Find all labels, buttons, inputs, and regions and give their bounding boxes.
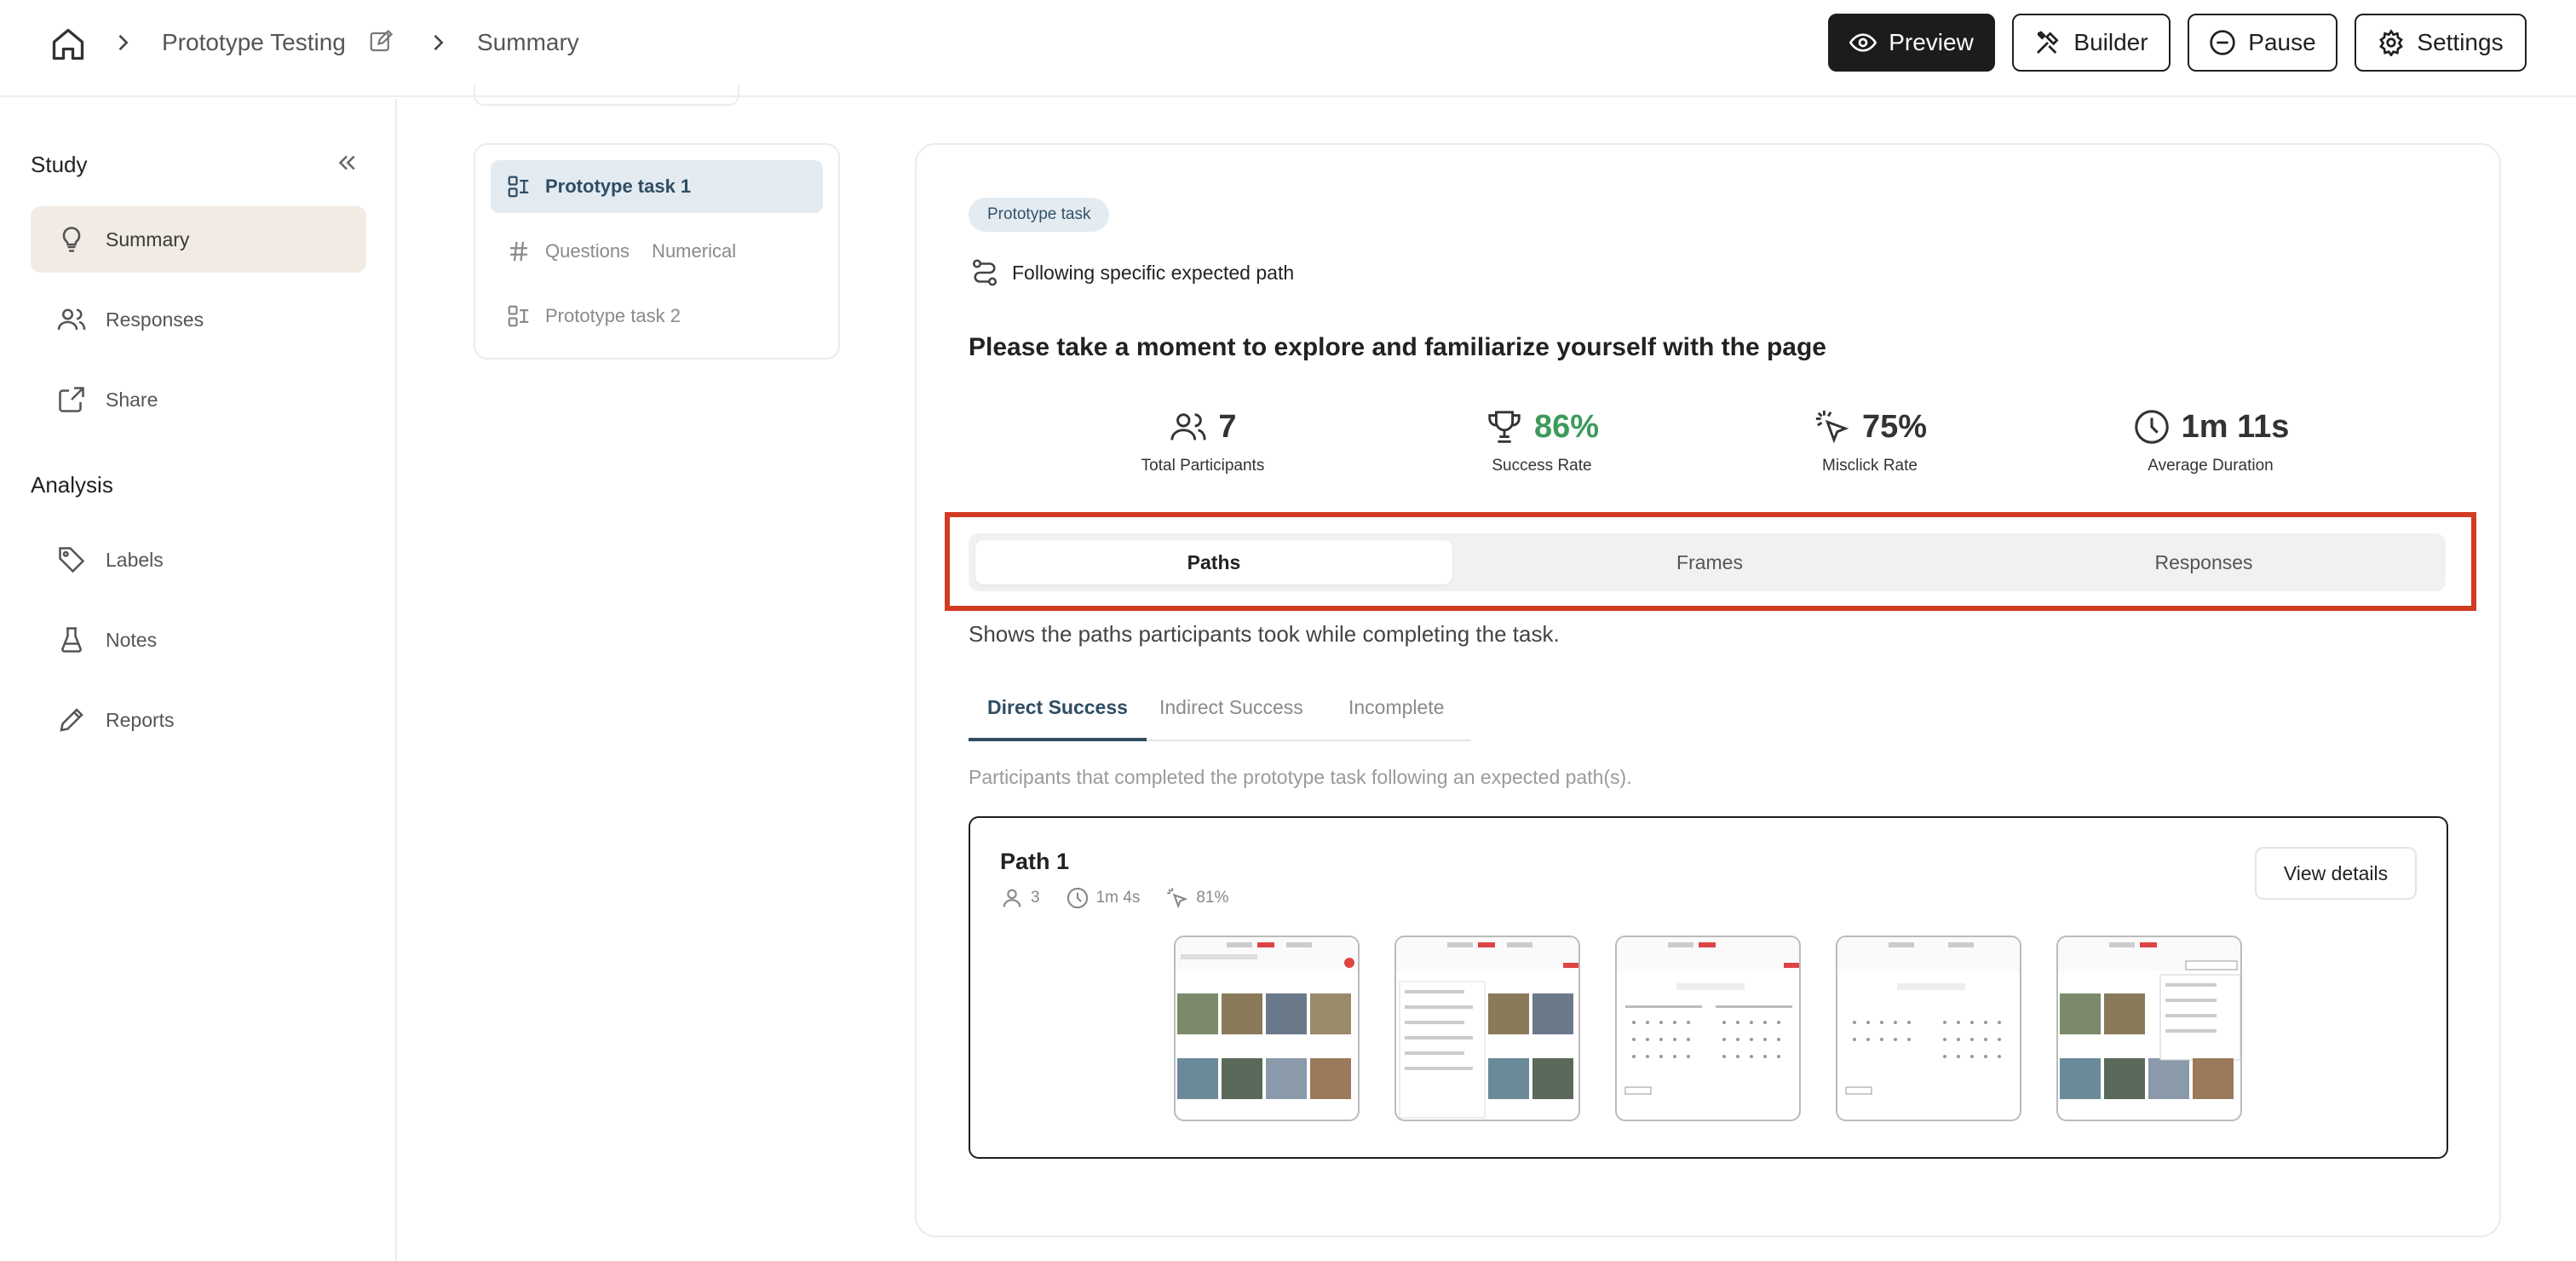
eye-icon bbox=[1849, 29, 1877, 56]
sidebar-item-summary[interactable]: Summary bbox=[31, 206, 366, 273]
paths-description: Shows the paths participants took while … bbox=[969, 621, 1560, 647]
sidebar-item-label: Summary bbox=[106, 227, 190, 250]
clock-icon bbox=[2132, 407, 2171, 446]
sidebar-item-label: Notes bbox=[106, 628, 158, 651]
stat-value: 1m 11s bbox=[2181, 408, 2290, 445]
trophy-icon bbox=[1485, 407, 1524, 446]
collapse-sidebar-icon[interactable] bbox=[334, 150, 359, 176]
tab-indirect-success[interactable]: Indirect Success bbox=[1141, 690, 1322, 741]
sidebar-item-labels[interactable]: Labels bbox=[31, 527, 366, 593]
task-type-badge: Prototype task bbox=[969, 198, 1110, 232]
sidebar-item-notes[interactable]: Notes bbox=[31, 607, 366, 673]
task-type-tag: Numerical bbox=[652, 240, 737, 262]
top-bar: Prototype Testing Summary Preview Builde… bbox=[0, 0, 2576, 97]
path-title: Path 1 bbox=[1000, 849, 1070, 874]
cursor-click-icon bbox=[1165, 886, 1189, 910]
stat-success-rate: 86% Success Rate bbox=[1457, 407, 1627, 475]
stat-label: Average Duration bbox=[2148, 457, 2274, 475]
analysis-section-heading: Analysis bbox=[31, 472, 113, 498]
path-participants: 3 bbox=[1031, 889, 1040, 907]
home-icon[interactable] bbox=[49, 26, 87, 63]
result-description: Participants that completed the prototyp… bbox=[969, 766, 1632, 788]
breadcrumb-page: Summary bbox=[477, 29, 579, 55]
settings-label: Settings bbox=[2417, 29, 2504, 55]
user-icon bbox=[1000, 886, 1024, 910]
chevron-right-icon bbox=[426, 31, 450, 55]
chevron-right-icon bbox=[111, 31, 135, 55]
frame-thumbnail[interactable] bbox=[2056, 936, 2242, 1121]
task-item-questions[interactable]: Questions Numerical bbox=[491, 225, 823, 278]
hash-icon bbox=[506, 239, 532, 264]
task-label: Prototype task 1 bbox=[545, 176, 692, 197]
stat-value: 75% bbox=[1861, 408, 1928, 445]
sidebar-item-responses[interactable]: Responses bbox=[31, 286, 366, 353]
settings-button[interactable]: Settings bbox=[2355, 14, 2527, 72]
users-icon bbox=[56, 304, 87, 335]
sidebar-item-label: Labels bbox=[106, 548, 164, 571]
view-details-button[interactable]: View details bbox=[2255, 847, 2417, 900]
frame-thumbnail[interactable] bbox=[1615, 936, 1801, 1121]
prototype-task-icon bbox=[506, 174, 532, 199]
preview-label: Preview bbox=[1889, 29, 1974, 55]
stat-label: Success Rate bbox=[1492, 457, 1592, 475]
tools-icon bbox=[2034, 29, 2061, 56]
stat-label: Misclick Rate bbox=[1822, 457, 1918, 475]
pause-circle-icon bbox=[2209, 29, 2236, 56]
builder-label: Builder bbox=[2073, 29, 2148, 55]
stat-average-duration: 1m 11s Average Duration bbox=[2121, 407, 2300, 475]
result-tabs: Direct Success Indirect Success Incomple… bbox=[969, 690, 1471, 741]
frame-thumbnail[interactable] bbox=[1174, 936, 1360, 1121]
lightbulb-icon bbox=[56, 224, 87, 255]
tag-icon bbox=[56, 544, 87, 575]
sidebar-item-share[interactable]: Share bbox=[31, 366, 366, 433]
task-label: Questions bbox=[545, 240, 630, 262]
stat-total-participants: 7 Total Participants bbox=[1107, 407, 1298, 475]
prototype-task-icon bbox=[506, 303, 532, 329]
path-misclick: 81% bbox=[1196, 889, 1229, 907]
builder-button[interactable]: Builder bbox=[2012, 14, 2171, 72]
sidebar-item-label: Responses bbox=[106, 308, 204, 331]
frame-thumbnail[interactable] bbox=[1394, 936, 1580, 1121]
study-section-heading: Study bbox=[31, 152, 88, 177]
edit-icon[interactable] bbox=[368, 29, 394, 55]
share-icon bbox=[56, 384, 87, 415]
pencil-icon bbox=[56, 705, 87, 735]
task-title: Please take a moment to explore and fami… bbox=[969, 333, 1826, 361]
stat-value: 7 bbox=[1218, 408, 1237, 445]
path-duration: 1m 4s bbox=[1095, 889, 1141, 907]
frame-thumbnail[interactable] bbox=[1836, 936, 2021, 1121]
stat-value: 86% bbox=[1533, 408, 1600, 445]
pause-button[interactable]: Pause bbox=[2188, 14, 2337, 72]
highlight-annotation bbox=[945, 512, 2476, 611]
stat-label: Total Participants bbox=[1141, 457, 1265, 475]
route-icon bbox=[969, 257, 1000, 288]
gear-icon bbox=[2378, 29, 2405, 56]
clock-icon bbox=[1066, 886, 1090, 910]
sidebar-item-label: Reports bbox=[106, 708, 175, 731]
pause-label: Pause bbox=[2248, 29, 2316, 55]
task-item-prototype-task-1[interactable]: Prototype task 1 bbox=[491, 160, 823, 213]
task-item-prototype-task-2[interactable]: Prototype task 2 bbox=[491, 290, 823, 343]
flask-icon bbox=[56, 625, 87, 655]
breadcrumb-study[interactable]: Prototype Testing bbox=[162, 27, 346, 58]
cursor-click-icon bbox=[1813, 407, 1852, 446]
stat-misclick-rate: 75% Misclick Rate bbox=[1789, 407, 1951, 475]
tab-incomplete[interactable]: Incomplete bbox=[1330, 690, 1463, 741]
tab-direct-success[interactable]: Direct Success bbox=[969, 690, 1147, 741]
path-meta: 3 1m 4s 81% bbox=[1000, 886, 1228, 910]
preview-button[interactable]: Preview bbox=[1828, 14, 1995, 72]
task-list-panel: Prototype task 1 Questions Numerical Pro… bbox=[474, 143, 840, 360]
users-icon bbox=[1169, 407, 1208, 446]
sidebar-item-label: Share bbox=[106, 388, 158, 411]
task-label: Prototype task 2 bbox=[545, 305, 681, 326]
path-type-label: Following specific expected path bbox=[1012, 262, 1295, 284]
sidebar-item-reports[interactable]: Reports bbox=[31, 687, 366, 753]
sidebar: Study Summary Responses Share Analysis L… bbox=[0, 99, 397, 1261]
task-panel-remnant bbox=[474, 85, 739, 106]
